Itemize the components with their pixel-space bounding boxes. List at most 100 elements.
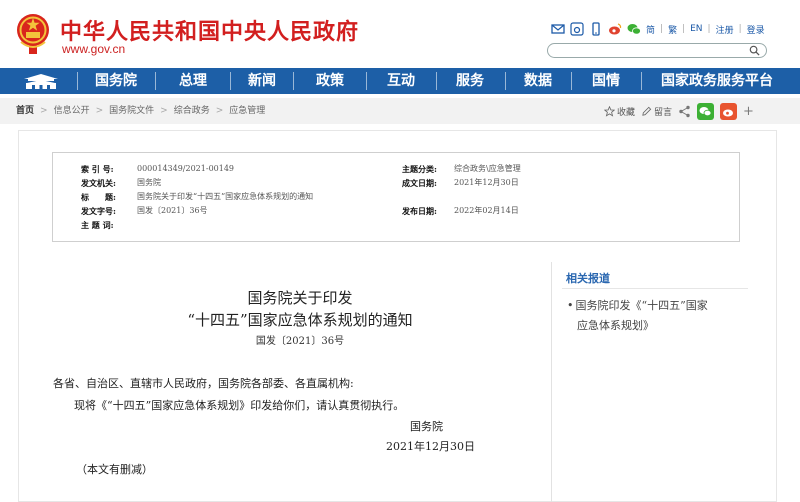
meta-value-doc-no: 国发〔2021〕36号: [137, 206, 208, 215]
divider: |: [682, 24, 686, 34]
meta-value-category: 综合政务\应急管理: [454, 164, 521, 173]
page-actions: 收藏 留言 +: [604, 102, 754, 120]
share-icon[interactable]: [678, 105, 691, 118]
meta-label-written-date: 成文日期:: [402, 178, 437, 188]
related-reports-panel: 相关报道 • 国务院印发《“十四五”国家 应急体系规划》: [551, 262, 751, 502]
nav-item-national-info[interactable]: 国情: [573, 68, 639, 94]
nav-item-interaction[interactable]: 互动: [368, 68, 434, 94]
nav-item-premier[interactable]: 总理: [158, 68, 228, 94]
weibo-icon: [723, 109, 734, 116]
login-link[interactable]: 登录: [747, 23, 765, 36]
more-share-button[interactable]: +: [743, 104, 754, 119]
divider: |: [738, 24, 742, 34]
nav-item-news[interactable]: 新闻: [232, 68, 292, 94]
wechat-icon[interactable]: [627, 22, 641, 36]
meta-row-issuer: 发文机关: 国务院 成文日期: 2021年12月30日: [53, 176, 739, 190]
comment-label: 留言: [654, 107, 673, 118]
national-emblem-icon[interactable]: [15, 12, 51, 56]
breadcrumb-state-council-docs[interactable]: 国务院文件: [109, 106, 154, 116]
lang-simplified-link[interactable]: 简: [646, 23, 655, 36]
weibo-icon[interactable]: [570, 22, 584, 36]
favorite-button[interactable]: 收藏: [604, 105, 635, 118]
meta-value-written-date: 2021年12月30日: [454, 178, 519, 187]
related-report-line-2: 应急体系规划》: [577, 319, 654, 332]
nav-divider: [230, 72, 231, 90]
document-title-line-2: “十四五”国家应急体系规划的通知: [187, 311, 413, 329]
weibo-share-button[interactable]: [720, 102, 738, 120]
meta-label-issuer: 发文机关:: [81, 178, 116, 188]
nav-item-policy[interactable]: 政策: [296, 68, 364, 94]
nav-divider: [436, 72, 437, 90]
meta-value-title: 国务院关于印发“十四五”国家应急体系规划的通知: [137, 192, 314, 201]
lang-traditional-link[interactable]: 繁: [668, 23, 677, 36]
meta-row-keywords: 主 题 词:: [53, 218, 739, 232]
pencil-icon: [642, 106, 652, 116]
meta-value-publish-date: 2022年02月14日: [454, 206, 519, 215]
favorite-label: 收藏: [617, 107, 636, 118]
related-reports-heading: 相关报道: [566, 272, 610, 285]
search-box: [547, 43, 767, 63]
document-number: 国发〔2021〕36号: [255, 336, 345, 347]
meta-row-doc-no: 发文字号: 国发〔2021〕36号 发布日期: 2022年02月14日: [53, 204, 739, 218]
register-link[interactable]: 注册: [716, 23, 734, 36]
related-report-line-1: 国务院印发《“十四五”国家: [575, 299, 708, 312]
nav-divider: [293, 72, 294, 90]
meta-label-category: 主题分类:: [402, 164, 437, 174]
nav-item-data[interactable]: 数据: [507, 68, 569, 94]
meta-label-publish-date: 发布日期:: [402, 206, 437, 216]
related-report-link[interactable]: • 国务院印发《“十四五”国家 应急体系规划》: [567, 296, 747, 336]
nav-item-services[interactable]: 服务: [438, 68, 502, 94]
nav-item-gov-service-platform[interactable]: 国家政务服务平台: [644, 68, 790, 94]
breadcrumb-separator: >: [160, 106, 168, 116]
nav-divider: [366, 72, 367, 90]
breadcrumb-home[interactable]: 首页: [16, 106, 34, 116]
weibo-icon[interactable]: [608, 22, 622, 36]
document-salutation: 各省、自治区、直辖市人民政府，国务院各部委、各直属机构:: [53, 377, 354, 390]
breadcrumb: 首页 > 信息公开 > 国务院文件 > 综合政务 > 应急管理: [16, 98, 265, 124]
document-body: 现将《“十四五”国家应急体系规划》印发给你们，请认真贯彻执行。: [74, 399, 405, 412]
meta-row-title: 标 题: 国务院关于印发“十四五”国家应急体系规划的通知: [53, 190, 739, 204]
star-icon: [604, 105, 615, 117]
mail-icon[interactable]: [551, 22, 565, 36]
nav-divider: [77, 72, 78, 90]
nav-item-state-council[interactable]: 国务院: [80, 68, 152, 94]
related-divider: [562, 288, 748, 289]
nav-divider: [505, 72, 506, 90]
meta-row-index: 索 引 号: 000014349/2021-00149 主题分类: 综合政务\应…: [53, 162, 739, 176]
breadcrumb-emergency-management[interactable]: 应急管理: [229, 106, 265, 116]
abridged-note: （本文有删减）: [76, 463, 153, 476]
breadcrumb-separator: >: [40, 106, 48, 116]
divider: |: [707, 24, 711, 34]
main-nav: 国务院 总理 新闻 政策 互动 服务 数据 国情 国家政务服务平台: [0, 68, 800, 94]
lang-english-link[interactable]: EN: [690, 24, 702, 34]
breadcrumb-general-affairs[interactable]: 综合政务: [174, 106, 210, 116]
comment-button[interactable]: 留言: [641, 105, 672, 118]
mobile-icon[interactable]: [589, 22, 603, 36]
document-title-line-1: 国务院关于印发: [247, 289, 353, 307]
tiananmen-logo-icon[interactable]: [20, 71, 62, 91]
wechat-icon: [699, 106, 712, 116]
breadcrumb-separator: >: [215, 106, 224, 116]
search-icon[interactable]: [749, 45, 760, 56]
meta-value-issuer: 国务院: [137, 178, 161, 187]
breadcrumb-bar: 首页 > 信息公开 > 国务院文件 > 综合政务 > 应急管理 收藏 留言 +: [0, 98, 800, 124]
meta-value-index: 000014349/2021-00149: [137, 164, 235, 173]
nav-divider: [571, 72, 572, 90]
breadcrumb-info-public[interactable]: 信息公开: [54, 106, 90, 116]
site-url[interactable]: www.gov.cn: [62, 42, 125, 56]
signature-date: 2021年12月30日: [386, 440, 475, 453]
header-tools: 简 | 繁 | EN | 注册 | 登录: [551, 22, 765, 36]
signature-org: 国务院: [410, 420, 443, 433]
wechat-share-button[interactable]: [697, 102, 715, 120]
site-header: 中华人民共和国中央人民政府 www.gov.cn 简 | 繁 | EN | 注册…: [0, 0, 800, 68]
nav-divider: [155, 72, 156, 90]
bullet-icon: •: [567, 299, 574, 312]
divider: |: [660, 24, 664, 34]
search-input[interactable]: [554, 49, 744, 63]
meta-label-title: 标 题:: [81, 192, 116, 202]
breadcrumb-separator: >: [95, 106, 104, 116]
meta-label-keywords: 主 题 词:: [81, 220, 114, 230]
meta-label-doc-no: 发文字号:: [81, 206, 116, 216]
meta-label-index: 索 引 号:: [81, 164, 114, 174]
nav-divider: [641, 72, 642, 90]
